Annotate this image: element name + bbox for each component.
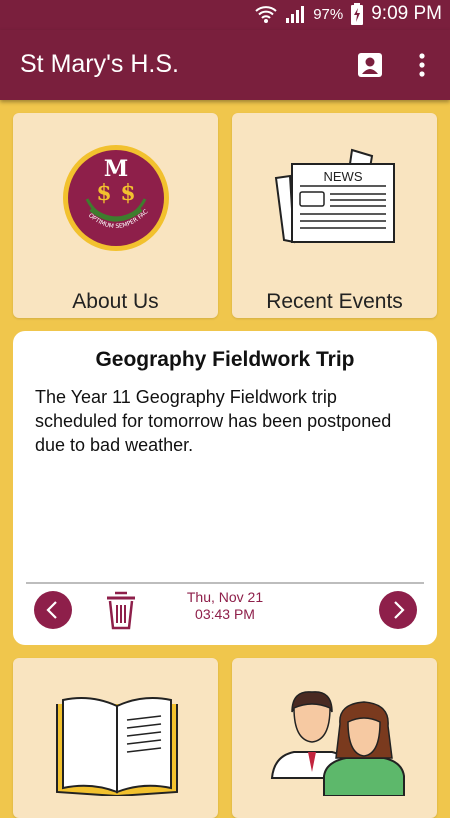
battery-percent: 97% xyxy=(313,5,344,23)
battery-charging-icon xyxy=(351,3,364,25)
svg-text:$: $ xyxy=(120,180,135,206)
svg-text:$: $ xyxy=(96,180,111,206)
notice-date: Thu, Nov 21 xyxy=(186,589,264,605)
more-vert-icon[interactable] xyxy=(410,52,434,78)
notice-body: The Year 11 Geography Fieldwork trip sch… xyxy=(35,387,392,455)
school-crest-logo: M $ $ OPTIMUM SEMPER FACERE xyxy=(61,143,169,251)
app-bar: St Mary's H.S. xyxy=(0,30,450,100)
wifi-icon xyxy=(255,6,277,23)
contact-icon[interactable] xyxy=(357,52,383,78)
about-us-tile[interactable]: M $ $ OPTIMUM SEMPER FACERE About Us xyxy=(13,113,218,318)
book-tile[interactable] xyxy=(13,658,218,818)
signal-icon xyxy=(286,6,305,23)
chevron-left-icon xyxy=(46,601,57,619)
recent-events-tile[interactable]: NEWS Recent Events xyxy=(232,113,437,318)
chevron-right-icon xyxy=(394,601,405,619)
previous-notice-button[interactable] xyxy=(34,591,72,629)
newspaper-icon: NEWS xyxy=(274,148,395,244)
notice-card: Geography Fieldwork Trip The Year 11 Geo… xyxy=(13,331,437,645)
divider xyxy=(26,582,424,584)
app-title: St Mary's H.S. xyxy=(20,50,179,78)
recent-events-label: Recent Events xyxy=(266,290,403,313)
notice-title: Geography Fieldwork Trip xyxy=(95,348,355,371)
open-book-icon xyxy=(56,697,178,796)
clock: 9:09 PM xyxy=(371,3,442,24)
notice-timestamp: Thu, Nov 21 03:43 PM xyxy=(163,589,287,623)
trash-icon[interactable] xyxy=(104,590,138,630)
about-us-label: About Us xyxy=(72,290,159,313)
notice-time: 03:43 PM xyxy=(195,606,255,622)
status-bar: 97% 9:09 PM xyxy=(0,0,450,30)
newspaper-heading: NEWS xyxy=(324,169,363,184)
people-icon xyxy=(270,691,405,796)
svg-text:M: M xyxy=(104,156,128,182)
next-notice-button[interactable] xyxy=(379,591,417,629)
people-tile[interactable] xyxy=(232,658,437,818)
